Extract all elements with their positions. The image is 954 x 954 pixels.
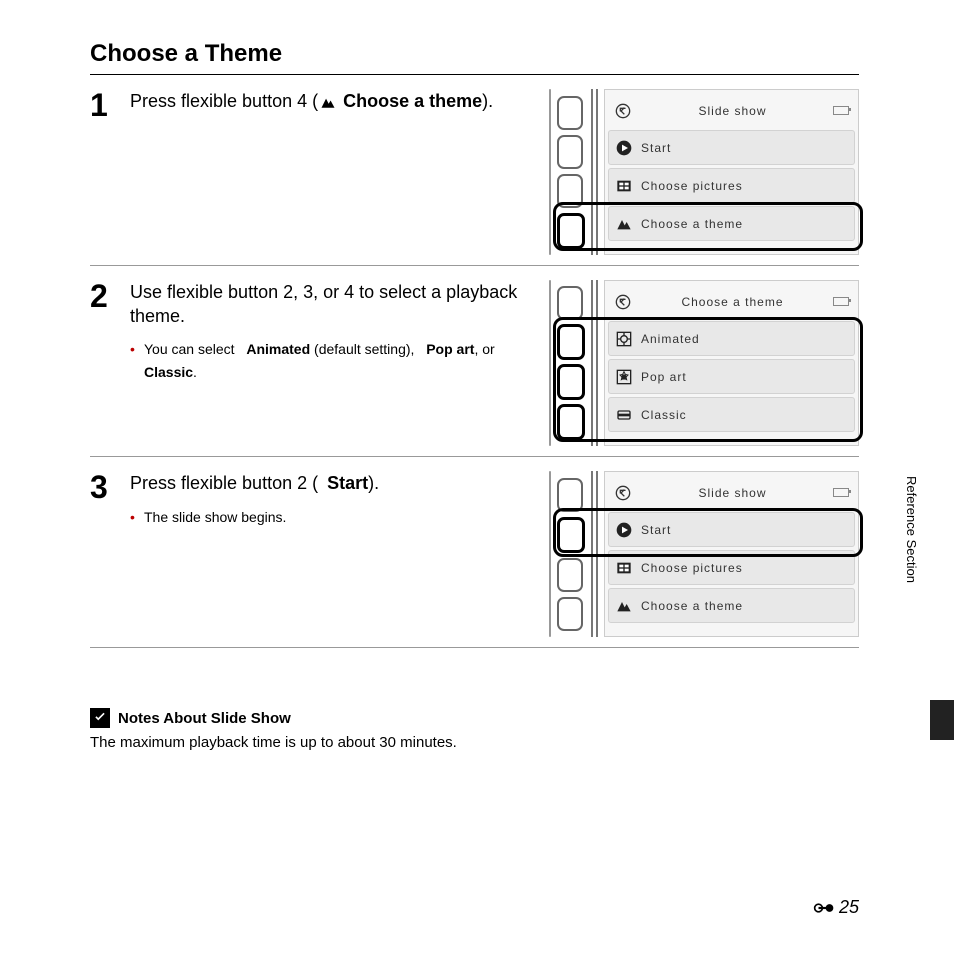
camera-screen-figure: Slide show Start Choose pictures Choose a t… (549, 89, 859, 255)
menu-item-theme: Choose a theme (608, 206, 855, 241)
menu-item-label: Choose a theme (641, 599, 743, 613)
flexible-button-2 (557, 517, 585, 553)
menu-item-pictures: Choose pictures (608, 550, 855, 585)
play-icon (615, 139, 633, 157)
figure-divider (591, 89, 598, 255)
step-body: Press flexible button 2 ( Start). The sli… (130, 471, 549, 528)
menu-item-pictures: Choose pictures (608, 168, 855, 203)
menu-item-label: Animated (641, 332, 700, 346)
flexible-buttons (557, 471, 585, 637)
menu-item-back: Choose a theme (608, 285, 855, 318)
menu-item-back: Slide show (608, 94, 855, 127)
theme-icon (615, 215, 633, 233)
menu-item-label: Start (641, 523, 671, 537)
theme-icon (320, 91, 336, 115)
flexible-button-4 (557, 597, 583, 631)
flexible-button-3 (557, 558, 583, 592)
figure-divider (591, 280, 598, 446)
flexible-button-4 (557, 213, 585, 249)
notes-heading: Notes About Slide Show (118, 710, 291, 727)
menu-item-play: Start (608, 512, 855, 547)
notes-text: The maximum playback time is up to about… (90, 734, 859, 751)
battery-icon (833, 106, 849, 115)
menu-item-classic: Classic (608, 397, 855, 432)
figure-rail (549, 471, 551, 637)
step-sublist-item: The slide show begins. (130, 507, 539, 528)
flexible-button-2 (557, 135, 583, 169)
play-icon (615, 521, 633, 539)
step-number: 3 (90, 471, 130, 503)
figure-rail (549, 280, 551, 446)
step-body: Press flexible button 4 ( Choose a theme… (130, 89, 549, 115)
flexible-buttons (557, 280, 585, 446)
step-instruction: Press flexible button 2 ( Start). (130, 471, 539, 497)
theme-icon (615, 597, 633, 615)
camera-screen: Slide show Start Choose pictures Choose a t… (604, 89, 859, 255)
figure-divider (591, 471, 598, 637)
menu-item-label: Choose a theme (641, 217, 743, 231)
classic-icon (615, 406, 633, 424)
flexible-button-1 (557, 478, 583, 512)
back-icon (614, 484, 632, 502)
menu-item-play: Start (608, 130, 855, 165)
menu-item-animated: Animated (608, 321, 855, 356)
back-icon (614, 102, 632, 120)
step-body: Use flexible button 2, 3, or 4 to select… (130, 280, 549, 383)
step-sublist: The slide show begins. (130, 507, 539, 528)
menu-item-label: Start (641, 141, 671, 155)
side-tab-label: Reference Section (904, 470, 923, 740)
step-3: 3Press flexible button 2 ( Start). The sl… (90, 457, 859, 648)
flexible-button-3 (557, 364, 585, 400)
menu-item-label: Classic (641, 408, 687, 422)
page-number: 25 (813, 897, 859, 918)
camera-screen: Slide show Start Choose pictures Choose a t… (604, 471, 859, 637)
menu-item-label: Slide show (698, 486, 766, 500)
step-instruction: Press flexible button 4 ( Choose a theme… (130, 89, 539, 115)
flexible-button-3 (557, 174, 583, 208)
battery-icon (833, 488, 849, 497)
figure-rail (549, 89, 551, 255)
link-icon (813, 901, 835, 915)
flexible-button-4 (557, 404, 585, 440)
flexible-button-1 (557, 286, 583, 320)
menu-item-label: Choose pictures (641, 179, 743, 193)
pictures-icon (615, 559, 633, 577)
back-icon (614, 293, 632, 311)
flexible-buttons (557, 89, 585, 255)
menu-item-back: Slide show (608, 476, 855, 509)
battery-icon (833, 297, 849, 306)
pictures-icon (615, 177, 633, 195)
camera-screen-figure: Choose a theme Animated Pop art Classic (549, 280, 859, 446)
menu-item-popart: Pop art (608, 359, 855, 394)
animated-icon (615, 330, 633, 348)
menu-item-label: Pop art (641, 370, 687, 384)
step-sublist: You can select Animated (default setting… (130, 339, 539, 383)
menu-item-label: Slide show (698, 104, 766, 118)
step-sublist-item: You can select Animated (default setting… (130, 339, 539, 383)
camera-screen-figure: Slide show Start Choose pictures Choose a t… (549, 471, 859, 637)
camera-screen: Choose a theme Animated Pop art Classic (604, 280, 859, 446)
side-tab-marker (930, 700, 954, 740)
step-1: 1Press flexible button 4 ( Choose a them… (90, 75, 859, 266)
menu-item-label: Choose pictures (641, 561, 743, 575)
flexible-button-1 (557, 96, 583, 130)
menu-item-label: Choose a theme (681, 295, 783, 309)
page-title: Choose a Theme (90, 40, 859, 68)
step-number: 1 (90, 89, 130, 121)
check-icon (90, 708, 110, 728)
step-instruction: Use flexible button 2, 3, or 4 to select… (130, 280, 539, 329)
step-2: 2Use flexible button 2, 3, or 4 to selec… (90, 266, 859, 457)
flexible-button-2 (557, 324, 585, 360)
notes-section: Notes About Slide Show The maximum playb… (90, 708, 859, 751)
popart-icon (615, 368, 633, 386)
side-tab: Reference Section (904, 470, 954, 740)
step-number: 2 (90, 280, 130, 312)
menu-item-theme: Choose a theme (608, 588, 855, 623)
